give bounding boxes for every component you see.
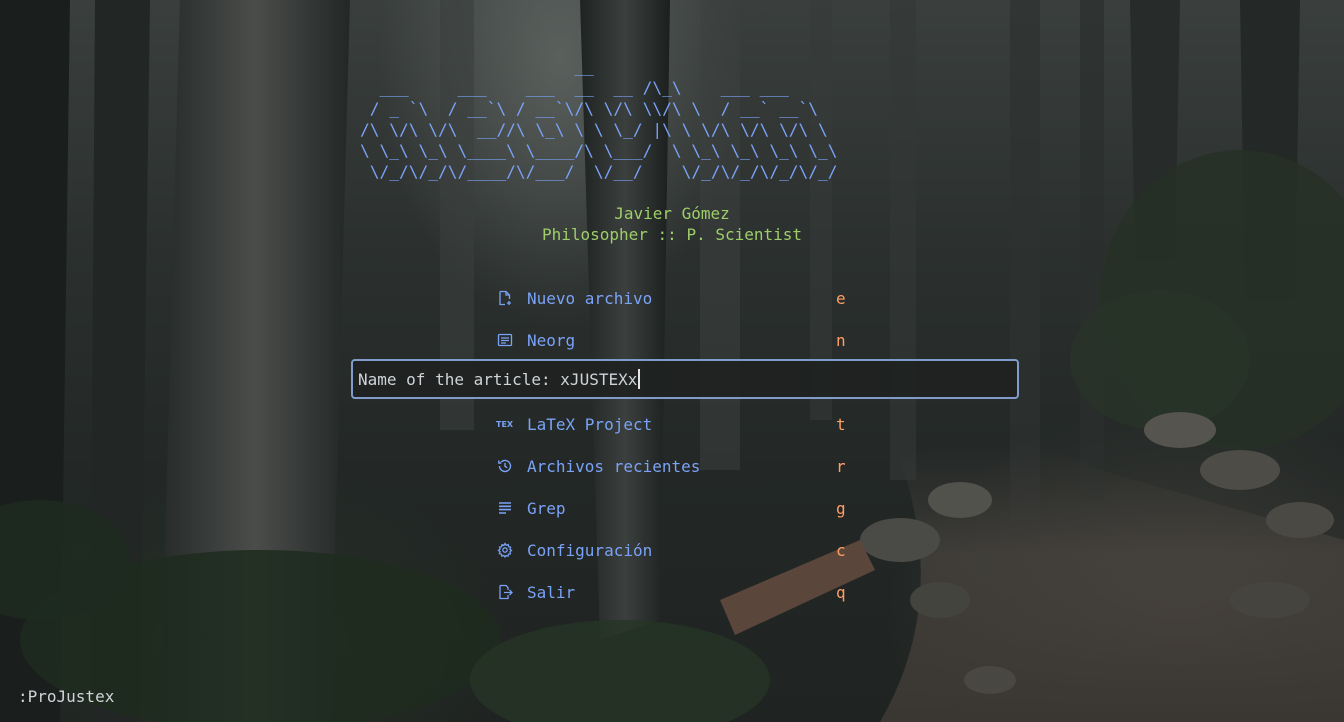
menu-label: Grep — [527, 498, 566, 518]
command-line[interactable]: :ProJustex — [18, 687, 114, 706]
tex-icon: TEX — [495, 414, 515, 434]
user-name: Javier Gómez — [614, 204, 730, 223]
menu-shortcut-key: e — [836, 288, 846, 308]
note-icon — [495, 330, 515, 350]
menu-shortcut-key: r — [836, 456, 846, 476]
menu-shortcut-key: n — [836, 330, 846, 350]
menu-item-latex-project[interactable]: TEX LaTeX Project t — [495, 412, 855, 436]
menu-label: Archivos recientes — [527, 456, 701, 476]
menu-item-neorg[interactable]: Neorg n — [495, 328, 855, 352]
exit-icon — [495, 582, 515, 602]
article-name-prompt[interactable]: Name of the article: xJUSTEXx — [351, 359, 1019, 399]
menu-shortcut-key: c — [836, 540, 846, 560]
prompt-label: Name of the article: — [358, 369, 561, 389]
dashboard-screen: __ ___ ___ ___ __ __ /\_\ ___ ___ / _ `\… — [0, 0, 1344, 722]
menu-shortcut-key: q — [836, 582, 846, 602]
menu-item-grep[interactable]: Grep g — [495, 496, 855, 520]
menu-item-settings[interactable]: Configuración c — [495, 538, 855, 562]
svg-text:TEX: TEX — [496, 420, 514, 429]
history-icon — [495, 456, 515, 476]
text-cursor — [638, 369, 641, 389]
menu-label: Neorg — [527, 330, 576, 350]
user-subtitle: Philosopher :: P. Scientist — [541, 225, 803, 244]
menu-shortcut-key: g — [836, 498, 846, 518]
gear-icon — [495, 540, 515, 560]
menu-label: Configuración — [527, 540, 653, 560]
menu-shortcut-key: t — [836, 414, 846, 434]
menu-item-recent-files[interactable]: Archivos recientes r — [495, 454, 855, 478]
menu-item-new-file[interactable]: Nuevo archivo e — [495, 286, 855, 310]
new-file-icon — [495, 288, 515, 308]
menu-label: Nuevo archivo — [527, 288, 653, 308]
menu-item-quit[interactable]: Salir q — [495, 580, 855, 604]
menu-label: Salir — [527, 582, 576, 602]
prompt-input-value[interactable]: xJUSTEXx — [560, 370, 637, 389]
text-lines-icon — [495, 498, 515, 518]
ascii-banner: __ ___ ___ ___ __ __ /\_\ ___ ___ / _ `\… — [360, 57, 838, 181]
menu-label: LaTeX Project — [527, 414, 653, 434]
